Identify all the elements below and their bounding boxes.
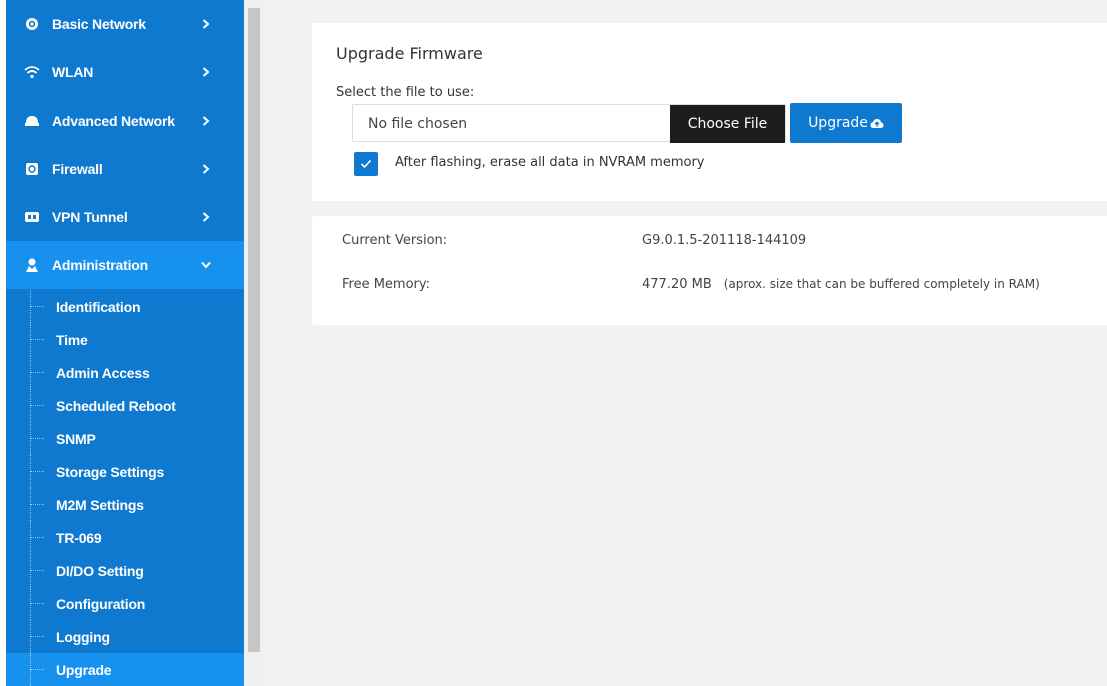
main-content: Upgrade Firmware Select the file to use:… — [264, 0, 1107, 686]
nav-label: Advanced Network — [52, 113, 175, 129]
sub-item-admin-access[interactable]: Admin Access — [6, 356, 244, 389]
checkmark-icon — [360, 159, 372, 169]
sub-item-label: Logging — [56, 628, 110, 645]
sub-item-label: Admin Access — [56, 364, 150, 381]
sub-item-storage-settings[interactable]: Storage Settings — [6, 455, 244, 488]
tree-tick — [30, 471, 44, 473]
free-memory-row: 477.20 MB (aprox. size that can be buffer… — [642, 277, 1040, 292]
nav-item-wlan[interactable]: WLAN — [6, 48, 244, 96]
sub-item-logging[interactable]: Logging — [6, 620, 244, 653]
upgrade-firmware-panel: Upgrade Firmware Select the file to use:… — [312, 23, 1107, 201]
sub-item-m2m-settings[interactable]: M2M Settings — [6, 488, 244, 521]
erase-nvram-checkbox[interactable] — [354, 152, 378, 176]
chevron-right-icon — [200, 66, 212, 78]
panel-title: Upgrade Firmware — [336, 44, 483, 63]
chevron-right-icon — [200, 18, 212, 30]
tree-tick — [30, 669, 44, 671]
sub-item-upgrade[interactable]: Upgrade — [6, 653, 244, 686]
current-version-value: G9.0.1.5-201118-144109 — [642, 233, 807, 248]
sub-item-label: M2M Settings — [56, 496, 144, 513]
sub-item-label: Storage Settings — [56, 463, 165, 480]
file-input-value: No file chosen — [368, 116, 468, 132]
tree-tick — [30, 405, 44, 407]
chevron-right-icon — [200, 115, 212, 127]
sub-item-label: DI/DO Setting — [56, 562, 144, 579]
sub-item-label: Time — [56, 331, 88, 348]
sub-item-label: Scheduled Reboot — [56, 397, 176, 414]
sub-item-identification[interactable]: Identification — [6, 290, 244, 323]
nav-label: VPN Tunnel — [52, 209, 128, 225]
sub-item-di-do-setting[interactable]: DI/DO Setting — [6, 554, 244, 587]
app-frame: Basic Network WLAN Advanced Network Fire… — [0, 0, 1107, 686]
nav-label: WLAN — [52, 64, 94, 80]
file-select-label: Select the file to use: — [336, 85, 475, 100]
tree-tick — [30, 339, 44, 341]
current-version-label: Current Version: — [342, 233, 448, 248]
sub-item-scheduled-reboot[interactable]: Scheduled Reboot — [6, 389, 244, 422]
network-icon — [24, 113, 40, 129]
administration-submenu: Identification Time Admin Access Schedul… — [6, 290, 244, 686]
cloud-upload-icon — [870, 118, 884, 129]
tree-tick — [30, 372, 44, 374]
firmware-info-panel: Current Version: G9.0.1.5-201118-144109 … — [312, 216, 1107, 325]
nav-item-advanced-network[interactable]: Advanced Network — [6, 97, 244, 145]
wifi-icon — [24, 64, 40, 80]
tree-tick — [30, 306, 44, 308]
free-memory-value: 477.20 MB — [642, 277, 712, 292]
scrollbar-thumb[interactable] — [248, 8, 260, 652]
firewall-icon — [24, 161, 40, 177]
nav-item-firewall[interactable]: Firewall — [6, 145, 244, 193]
sub-item-tr-069[interactable]: TR-069 — [6, 521, 244, 554]
sub-item-time[interactable]: Time — [6, 323, 244, 356]
chevron-right-icon — [200, 211, 212, 223]
upgrade-button-label: Upgrade — [808, 115, 868, 131]
tree-tick — [30, 570, 44, 572]
choose-file-button[interactable]: Choose File — [670, 105, 785, 143]
tree-tick — [30, 504, 44, 506]
sub-item-label: TR-069 — [56, 529, 102, 546]
file-input[interactable]: No file chosen Choose File — [352, 104, 786, 143]
erase-nvram-label: After flashing, erase all data in NVRAM … — [395, 155, 705, 170]
tree-tick — [30, 537, 44, 539]
chevron-right-icon — [200, 163, 212, 175]
sub-item-label: SNMP — [56, 430, 96, 447]
free-memory-note: (aprox. size that can be buffered comple… — [723, 277, 1040, 291]
tree-tick — [30, 438, 44, 440]
sidebar-scrollbar[interactable] — [244, 0, 264, 686]
upgrade-button[interactable]: Upgrade — [790, 103, 902, 143]
admin-icon — [24, 257, 40, 273]
chevron-down-icon — [200, 259, 212, 271]
sub-item-label: Identification — [56, 298, 141, 315]
sub-item-label: Upgrade — [56, 661, 112, 678]
nav-item-basic-network[interactable]: Basic Network — [6, 0, 244, 48]
nav-item-administration[interactable]: Administration — [6, 241, 244, 289]
nav-label: Basic Network — [52, 16, 146, 32]
globe-icon — [24, 16, 40, 32]
tree-tick — [30, 603, 44, 605]
nav-label: Firewall — [52, 161, 103, 177]
nav-item-vpn-tunnel[interactable]: VPN Tunnel — [6, 193, 244, 241]
sidebar: Basic Network WLAN Advanced Network Fire… — [6, 0, 244, 686]
tree-tick — [30, 636, 44, 638]
free-memory-label: Free Memory: — [342, 277, 431, 292]
sub-item-label: Configuration — [56, 595, 146, 612]
nav-label: Administration — [52, 257, 148, 273]
sub-item-configuration[interactable]: Configuration — [6, 587, 244, 620]
sub-item-snmp[interactable]: SNMP — [6, 422, 244, 455]
vpn-icon — [24, 209, 40, 225]
